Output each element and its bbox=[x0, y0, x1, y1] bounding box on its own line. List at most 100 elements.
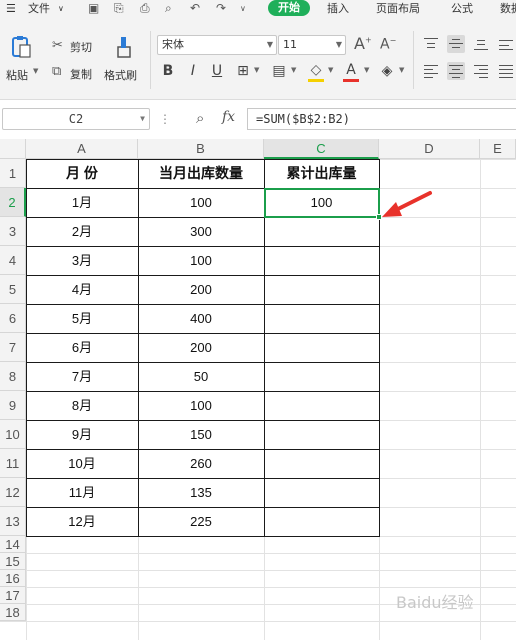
tab-insert[interactable]: 插入 bbox=[327, 1, 349, 16]
table-cell[interactable] bbox=[264, 478, 379, 507]
copy-button[interactable]: 复制 bbox=[70, 66, 92, 82]
table-cell[interactable] bbox=[264, 275, 379, 304]
table-cell[interactable]: 50 bbox=[138, 362, 264, 391]
table-cell[interactable]: 5月 bbox=[26, 304, 138, 333]
table-cell[interactable]: 9月 bbox=[26, 420, 138, 449]
save-icon[interactable]: ▣ bbox=[88, 1, 99, 16]
row-header-15[interactable]: 15 bbox=[0, 553, 26, 570]
row-header-13[interactable]: 13 bbox=[0, 507, 26, 536]
column-header-d[interactable]: D bbox=[379, 139, 480, 159]
active-cell-selection[interactable] bbox=[264, 188, 380, 218]
justify-icon[interactable] bbox=[497, 62, 515, 80]
tab-formulas[interactable]: 公式 bbox=[451, 1, 473, 16]
table-cell[interactable]: 6月 bbox=[26, 333, 138, 362]
row-header-5[interactable]: 5 bbox=[0, 275, 26, 304]
tab-start[interactable]: 开始 bbox=[268, 0, 310, 16]
copy-icon[interactable]: ⧉ bbox=[52, 64, 61, 79]
table-cell[interactable]: 100 bbox=[138, 188, 264, 217]
column-header-c[interactable]: C bbox=[264, 139, 379, 159]
table-cell[interactable]: 100 bbox=[138, 246, 264, 275]
italic-icon[interactable]: I bbox=[184, 62, 202, 80]
table-cell[interactable]: 100 bbox=[138, 391, 264, 420]
row-header-12[interactable]: 12 bbox=[0, 478, 26, 507]
redo-icon[interactable]: ↷ bbox=[216, 1, 226, 16]
select-all-corner[interactable] bbox=[0, 139, 26, 159]
scissors-icon[interactable]: ✂ bbox=[52, 38, 63, 53]
font-color-icon[interactable]: A bbox=[342, 61, 360, 79]
table-cell[interactable]: 8月 bbox=[26, 391, 138, 420]
tab-data[interactable]: 数据 bbox=[500, 1, 516, 16]
fill-color-dropdown-icon[interactable]: ▼ bbox=[328, 66, 333, 74]
row-header-14[interactable]: 14 bbox=[0, 536, 26, 553]
table-cell[interactable]: 1月 bbox=[26, 188, 138, 217]
table-cell[interactable]: 2月 bbox=[26, 217, 138, 246]
font-name-select[interactable]: 宋体 ▼ bbox=[157, 35, 277, 55]
table-cell[interactable]: 200 bbox=[138, 333, 264, 362]
zoom-lookup-icon[interactable]: ⌕ bbox=[196, 109, 204, 127]
table-cell[interactable] bbox=[264, 217, 379, 246]
quick-access-dropdown-icon[interactable]: ∨ bbox=[240, 1, 246, 16]
align-bottom-icon[interactable] bbox=[472, 35, 490, 53]
align-right-icon[interactable] bbox=[472, 62, 490, 80]
align-top-icon[interactable] bbox=[422, 35, 440, 53]
print-icon[interactable]: ⎙ bbox=[140, 1, 150, 16]
fill-pattern-icon[interactable]: ▤ bbox=[270, 62, 288, 80]
table-cell[interactable]: 260 bbox=[138, 449, 264, 478]
undo-icon[interactable]: ↶ bbox=[190, 1, 200, 16]
table-cell[interactable] bbox=[264, 304, 379, 333]
decrease-font-size-icon[interactable]: A− bbox=[380, 36, 396, 53]
row-header-16[interactable]: 16 bbox=[0, 570, 26, 587]
paste-icon[interactable] bbox=[10, 35, 32, 64]
formula-input[interactable]: =SUM($B$2:B2) bbox=[247, 108, 516, 130]
row-header-9[interactable]: 9 bbox=[0, 391, 26, 420]
clear-format-dropdown-icon[interactable]: ▼ bbox=[399, 66, 404, 74]
menu-hamburger-icon[interactable]: ☰ bbox=[6, 1, 16, 16]
text-direction-icon[interactable] bbox=[497, 35, 515, 53]
table-cell[interactable]: 135 bbox=[138, 478, 264, 507]
table-cell[interactable]: 4月 bbox=[26, 275, 138, 304]
row-header-6[interactable]: 6 bbox=[0, 304, 26, 333]
table-cell[interactable] bbox=[264, 507, 379, 536]
align-middle-icon[interactable] bbox=[447, 35, 465, 53]
column-header-e[interactable]: E bbox=[480, 139, 516, 159]
column-header-b[interactable]: B bbox=[138, 139, 264, 159]
row-header-4[interactable]: 4 bbox=[0, 246, 26, 275]
file-dropdown-icon[interactable]: ∨ bbox=[58, 1, 64, 16]
menu-file[interactable]: 文件 bbox=[28, 1, 50, 16]
table-cell[interactable]: 400 bbox=[138, 304, 264, 333]
clear-format-icon[interactable]: ◈ bbox=[378, 62, 396, 80]
font-size-select[interactable]: 11 ▼ bbox=[278, 35, 346, 55]
borders-icon[interactable]: ⊞ bbox=[234, 62, 252, 80]
print-preview-icon[interactable]: ⌕ bbox=[165, 1, 172, 16]
font-color-dropdown-icon[interactable]: ▼ bbox=[364, 66, 369, 74]
align-left-icon[interactable] bbox=[422, 62, 440, 80]
row-header-17[interactable]: 17 bbox=[0, 587, 26, 604]
table-cell[interactable]: 150 bbox=[138, 420, 264, 449]
table-cell[interactable]: 200 bbox=[138, 275, 264, 304]
row-header-2[interactable]: 2 bbox=[0, 188, 26, 217]
row-header-11[interactable]: 11 bbox=[0, 449, 26, 478]
bold-icon[interactable]: B bbox=[159, 62, 177, 80]
table-cell[interactable]: 7月 bbox=[26, 362, 138, 391]
format-painter-button[interactable]: 格式刷 bbox=[104, 67, 137, 83]
fill-color-icon[interactable]: ◇ bbox=[307, 61, 325, 79]
name-box[interactable]: C2 ▼ bbox=[2, 108, 150, 130]
increase-font-size-icon[interactable]: A+ bbox=[354, 34, 372, 53]
align-center-icon[interactable] bbox=[447, 62, 465, 80]
row-header-3[interactable]: 3 bbox=[0, 217, 26, 246]
export-icon[interactable]: ⎘ bbox=[114, 1, 124, 16]
table-cell[interactable] bbox=[264, 333, 379, 362]
table-cell[interactable]: 当月出库数量 bbox=[138, 159, 264, 188]
table-cell[interactable]: 累计出库量 bbox=[264, 159, 379, 188]
formula-bar-handle-icon[interactable]: ⋮ bbox=[159, 112, 171, 126]
table-cell[interactable]: 12月 bbox=[26, 507, 138, 536]
row-header-18[interactable]: 18 bbox=[0, 604, 26, 621]
column-header-a[interactable]: A bbox=[26, 139, 138, 159]
fx-icon[interactable]: fx bbox=[222, 109, 235, 125]
table-cell[interactable]: 225 bbox=[138, 507, 264, 536]
table-cell[interactable]: 10月 bbox=[26, 449, 138, 478]
row-header-8[interactable]: 8 bbox=[0, 362, 26, 391]
paste-dropdown-icon[interactable]: ▼ bbox=[33, 67, 38, 75]
table-cell[interactable] bbox=[264, 391, 379, 420]
row-header-10[interactable]: 10 bbox=[0, 420, 26, 449]
